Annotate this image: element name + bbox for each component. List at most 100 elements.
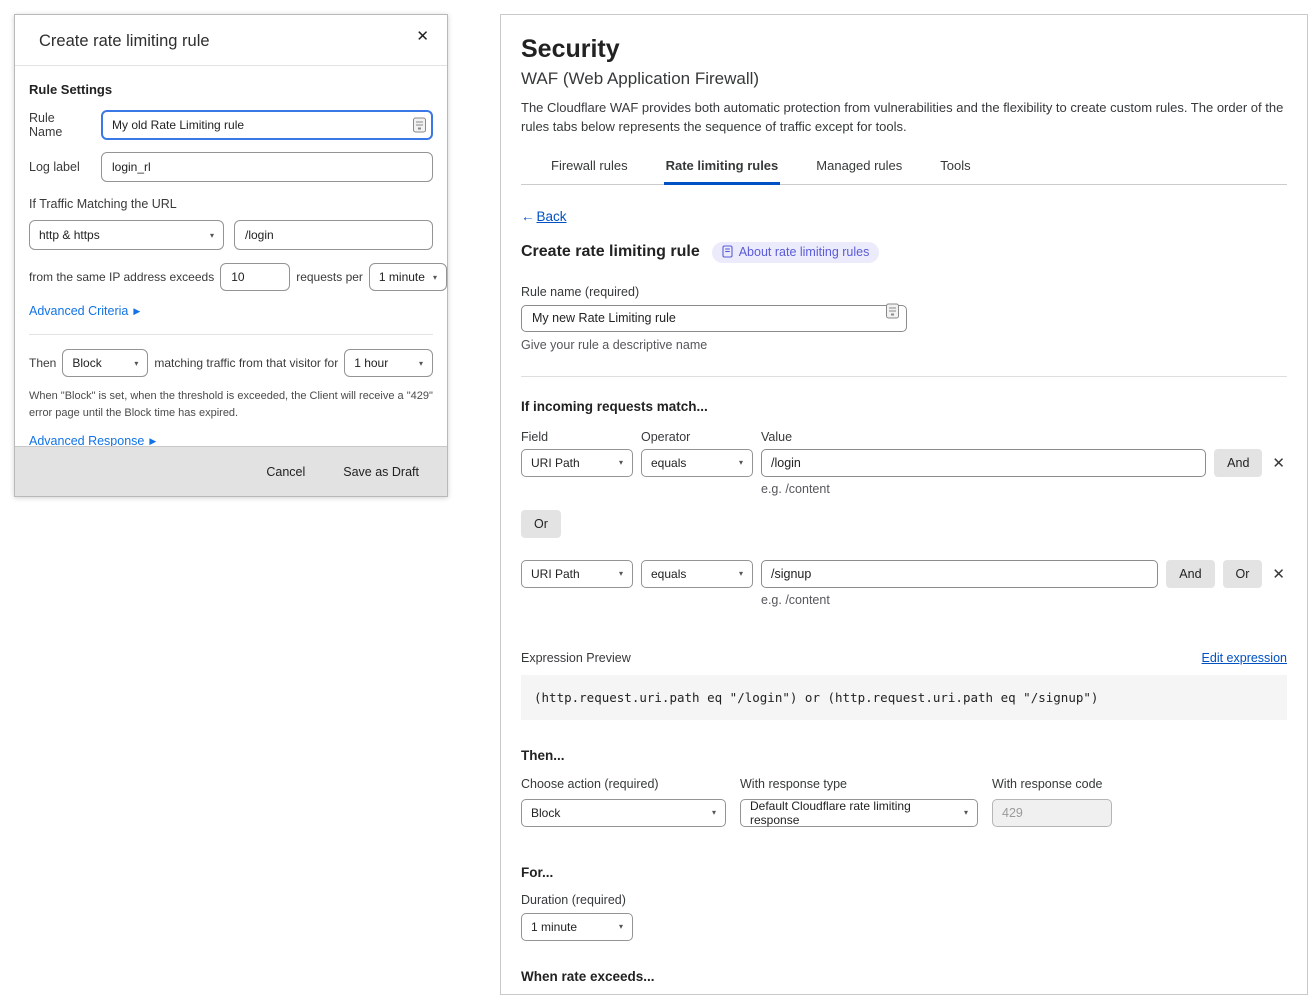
- action-select[interactable]: Block ▾: [62, 349, 148, 377]
- field-select-2[interactable]: URI Path ▾: [521, 560, 633, 588]
- match-column-labels: Field Operator Value: [521, 430, 1287, 444]
- chevron-down-icon: ▾: [619, 458, 623, 467]
- block-duration-select[interactable]: 1 hour ▾: [344, 349, 433, 377]
- close-icon[interactable]: ✕: [416, 29, 429, 44]
- rate-section: When rate exceeds... Requests (required)…: [521, 969, 1287, 995]
- log-label-input-wrap: [101, 152, 433, 182]
- save-as-draft-button[interactable]: Save as Draft: [343, 465, 419, 479]
- modal-header: Create rate limiting rule ✕: [15, 15, 447, 66]
- duration-select[interactable]: 1 minute ▾: [521, 913, 633, 941]
- rule-name-label: Rule name (required): [521, 285, 1287, 299]
- requests-count-input[interactable]: [220, 263, 290, 291]
- field-select-1-value: URI Path: [531, 456, 580, 470]
- tab-rate-limiting-rules[interactable]: Rate limiting rules: [664, 151, 781, 185]
- rule-settings-heading: Rule Settings: [29, 82, 433, 97]
- log-label-input[interactable]: [101, 152, 433, 182]
- about-badge-label: About rate limiting rules: [739, 245, 870, 259]
- chevron-down-icon: ▾: [712, 808, 716, 817]
- rule-name-input[interactable]: [101, 110, 433, 140]
- then-row: Then Block ▾ matching traffic from that …: [29, 349, 433, 377]
- traffic-matching-label: If Traffic Matching the URL: [29, 197, 433, 211]
- operator-select-1-value: equals: [651, 456, 686, 470]
- rule-name-hint: Give your rule a descriptive name: [521, 338, 1287, 352]
- or-button-row-2[interactable]: Or: [1223, 560, 1263, 588]
- chevron-down-icon: ▾: [134, 359, 138, 368]
- chevron-down-icon: ▾: [739, 458, 743, 467]
- incoming-requests-heading: If incoming requests match...: [521, 399, 1287, 414]
- waf-subtitle: WAF (Web Application Firewall): [521, 69, 1287, 89]
- chevron-down-icon: ▾: [964, 808, 968, 817]
- caret-right-icon: ▶: [133, 306, 140, 317]
- and-button-row-1[interactable]: And: [1214, 449, 1262, 477]
- doc-icon: [722, 245, 733, 258]
- rate-heading: When rate exceeds...: [521, 969, 1287, 984]
- url-match-row: http & https ▾: [29, 220, 433, 250]
- and-button-row-2[interactable]: And: [1166, 560, 1214, 588]
- for-heading: For...: [521, 865, 1287, 880]
- about-rate-limiting-badge[interactable]: About rate limiting rules: [712, 242, 880, 263]
- divider: [29, 334, 433, 335]
- action-column: Choose action (required) Block ▾: [521, 777, 726, 827]
- operator-select-2-value: equals: [651, 567, 686, 581]
- then-suffix-text: matching traffic from that visitor for: [154, 356, 338, 370]
- cancel-button[interactable]: Cancel: [266, 465, 305, 479]
- create-rate-limiting-rule-modal: Create rate limiting rule ✕ Rule Setting…: [14, 14, 448, 497]
- edit-expression-link[interactable]: Edit expression: [1202, 651, 1287, 665]
- rule-name-input-wrap: [101, 110, 433, 140]
- block-note-text: When "Block" is set, when the threshold …: [29, 388, 433, 421]
- waf-tabs: Firewall rules Rate limiting rules Manag…: [521, 151, 1287, 185]
- duration-select-value: 1 minute: [531, 920, 577, 934]
- response-type-label: With response type: [740, 777, 978, 791]
- rule-name-input[interactable]: [521, 305, 907, 332]
- chevron-down-icon: ▾: [433, 273, 437, 282]
- operator-select-2[interactable]: equals ▾: [641, 560, 753, 588]
- value-column-label: Value: [761, 430, 792, 444]
- page: Create rate limiting rule ✕ Rule Setting…: [0, 0, 1316, 1003]
- field-column-label: Field: [521, 430, 633, 444]
- rule-name-label: Rule Name: [29, 111, 91, 139]
- response-type-column: With response type Default Cloudflare ra…: [740, 777, 978, 827]
- value-input-1[interactable]: [761, 449, 1206, 477]
- value-hint-2: e.g. /content: [761, 593, 1287, 607]
- or-button-row: Or: [521, 510, 1287, 538]
- operator-column-label: Operator: [641, 430, 753, 444]
- period-select-value: 1 minute: [379, 270, 425, 284]
- form-title-row: Create rate limiting rule About rate lim…: [521, 242, 1287, 263]
- scheme-select-value: http & https: [39, 228, 100, 242]
- action-select[interactable]: Block ▾: [521, 799, 726, 827]
- requests-suffix-text: requests per: [296, 270, 363, 284]
- expression-header: Expression Preview Edit expression: [521, 651, 1287, 665]
- log-label-label: Log label: [29, 160, 91, 174]
- period-select[interactable]: 1 minute ▾: [369, 263, 447, 291]
- chevron-down-icon: ▾: [619, 569, 623, 578]
- log-label-row: Log label: [29, 152, 433, 182]
- scheme-select[interactable]: http & https ▾: [29, 220, 224, 250]
- advanced-criteria-link[interactable]: Advanced Criteria ▶: [29, 304, 140, 318]
- chevron-down-icon: ▾: [739, 569, 743, 578]
- then-label: Then: [29, 356, 56, 370]
- security-waf-panel: Security WAF (Web Application Firewall) …: [500, 14, 1308, 995]
- choose-action-label: Choose action (required): [521, 777, 726, 791]
- for-section: For... Duration (required) 1 minute ▾: [521, 865, 1287, 941]
- page-title: Security: [521, 35, 1287, 64]
- operator-select-1[interactable]: equals ▾: [641, 449, 753, 477]
- value-input-2[interactable]: [761, 560, 1158, 588]
- chevron-down-icon: ▾: [210, 231, 214, 240]
- back-arrow-icon: ←: [521, 209, 535, 224]
- form-title: Create rate limiting rule: [521, 243, 700, 261]
- tab-managed-rules[interactable]: Managed rules: [814, 151, 904, 185]
- url-input[interactable]: [234, 220, 433, 250]
- remove-row-1-icon[interactable]: ✕: [1270, 454, 1287, 472]
- or-button[interactable]: Or: [521, 510, 561, 538]
- chevron-down-icon: ▾: [419, 359, 423, 368]
- response-type-select[interactable]: Default Cloudflare rate limiting respons…: [740, 799, 978, 827]
- remove-row-2-icon[interactable]: ✕: [1270, 565, 1287, 583]
- response-type-value: Default Cloudflare rate limiting respons…: [750, 799, 956, 827]
- tab-firewall-rules[interactable]: Firewall rules: [549, 151, 630, 185]
- field-select-1[interactable]: URI Path ▾: [521, 449, 633, 477]
- then-heading: Then...: [521, 748, 1287, 763]
- expression-section: Expression Preview Edit expression (http…: [521, 651, 1287, 720]
- back-link[interactable]: ← Back: [521, 209, 567, 224]
- field-select-2-value: URI Path: [531, 567, 580, 581]
- tab-tools[interactable]: Tools: [938, 151, 972, 185]
